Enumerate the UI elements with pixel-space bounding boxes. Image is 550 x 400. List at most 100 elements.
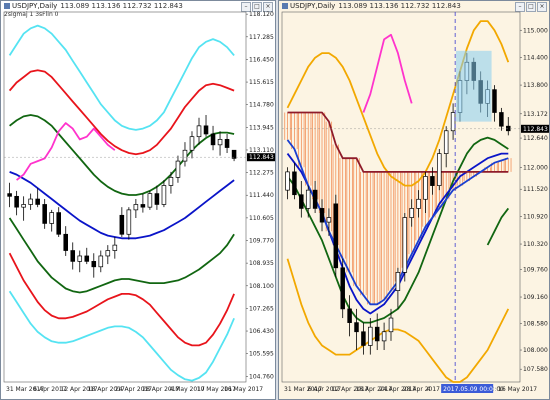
right-price-chart[interactable]: 115.000 114.400 113.800 113.172 112.640 112.0… — [279, 1, 550, 400]
right-candle-body — [340, 267, 345, 310]
left-candle-body — [224, 139, 230, 148]
right-candle-body — [437, 153, 442, 186]
left-chart-window[interactable]: USDJPY,Daily 113.089 113.136 112.732 112.… — [0, 0, 276, 400]
left-y-tick-label: 113.110 — [249, 147, 274, 154]
right-candle-body — [326, 217, 332, 223]
right-y-tick-label: 115.000 — [523, 27, 548, 34]
right-chart-window[interactable]: USDJPY,Daily 113.089 113.136 112.732 112.… — [278, 0, 550, 400]
right-y-tick-label: 108.580 — [523, 321, 548, 328]
right-band-line-1 — [362, 33, 413, 113]
left-candle-body — [49, 212, 54, 224]
left-y-tick-label: 105.595 — [249, 351, 274, 358]
left-candle-body — [210, 133, 216, 146]
right-candle-body — [374, 326, 380, 342]
right-candle-body — [450, 112, 456, 132]
right-candle-body — [354, 322, 359, 333]
right-candle-body — [381, 331, 387, 342]
left-candle-body — [42, 204, 47, 224]
right-x-tick-label: 16 May 2017 — [498, 386, 537, 393]
left-candle-body — [175, 160, 181, 178]
right-y-tick-label: 107.580 — [523, 366, 548, 373]
left-y-tick-label: 109.770 — [249, 238, 274, 245]
right-y-tick-label: 111.520 — [523, 186, 548, 193]
left-candle-body — [84, 255, 90, 262]
left-y-tick-label: 108.100 — [249, 283, 274, 290]
right-x-tick-label: 28 Apr 2017 — [403, 386, 440, 393]
left-candle-body — [7, 193, 12, 197]
left-candle-body — [161, 185, 167, 205]
right-y-tick-label: 112.000 — [523, 164, 548, 171]
left-candle-body — [21, 204, 26, 208]
left-candle-body — [77, 255, 83, 262]
right-highlight-box — [455, 50, 492, 122]
left-y-tick-label: 115.615 — [249, 79, 274, 86]
left-candle-body — [14, 195, 19, 208]
right-y-tick-label: 114.400 — [523, 55, 548, 62]
left-candle-body — [203, 125, 209, 135]
left-candle-body — [140, 204, 146, 208]
left-candle-body — [63, 233, 69, 251]
right-candle-body — [402, 217, 408, 273]
left-band-line-6 — [8, 290, 235, 382]
right-candle-body — [361, 331, 366, 346]
right-candle-body — [416, 198, 421, 209]
right-candle-body — [285, 171, 290, 191]
left-candle-body — [133, 204, 139, 211]
left-candle-body — [189, 136, 195, 151]
right-candle-body — [368, 326, 373, 346]
right-candle-body — [409, 208, 414, 218]
right-y-tick-label: 110.920 — [523, 214, 548, 221]
right-candle-body — [492, 89, 497, 113]
right-cursor-time-text: 2017.05.09 00:00 — [443, 386, 497, 393]
left-candle-body — [196, 125, 202, 138]
left-candle-body — [112, 244, 118, 251]
right-candle-body — [443, 130, 449, 154]
left-candle-body — [28, 198, 33, 205]
right-candle-body — [430, 176, 435, 186]
left-price-chart[interactable]: 118.120 117.285 116.450 115.615 114.780 113.9… — [1, 1, 276, 400]
left-price-badge-text: 112.843 — [249, 154, 274, 161]
left-y-tick-label: 108.935 — [249, 260, 274, 267]
left-y-tick-label: 104.760 — [249, 373, 274, 380]
right-candle-body — [499, 112, 504, 127]
right-y-tick-label: 113.172 — [523, 111, 548, 118]
left-candle-body — [98, 255, 104, 268]
left-candle-body — [119, 214, 125, 235]
left-candle-body — [217, 139, 223, 146]
left-candle-body — [91, 261, 97, 268]
left-x-tick-label: 16 May 2017 — [224, 386, 263, 393]
right-candle-body — [388, 317, 394, 333]
right-y-tick-label: 108.000 — [523, 347, 548, 354]
right-candle-body — [292, 171, 297, 196]
left-y-tick-label: 118.120 — [249, 11, 274, 18]
left-candle-body — [56, 212, 61, 235]
left-candle-body — [126, 209, 132, 235]
right-candle-body — [319, 208, 325, 223]
left-y-tick-label: 107.265 — [249, 305, 274, 312]
right-candle-body — [333, 203, 339, 269]
left-y-tick-label: 111.440 — [249, 192, 274, 199]
right-x-tick-label: 4 — [427, 386, 431, 393]
right-y-tick-label: 110.320 — [523, 241, 548, 248]
left-band-line-0 — [8, 24, 235, 131]
left-candle-body — [35, 198, 40, 205]
left-y-tick-label: 110.605 — [249, 215, 274, 222]
right-price-badge-text: 112.843 — [523, 126, 548, 133]
right-candle-body — [347, 308, 352, 323]
right-candle-body — [299, 194, 304, 209]
left-y-tick-label: 116.450 — [249, 56, 274, 63]
right-candle-body — [305, 189, 311, 209]
left-candle-body — [105, 250, 111, 257]
right-y-tick-label: 112.640 — [523, 135, 548, 142]
left-band-line-7 — [16, 122, 116, 181]
right-candle-body — [423, 176, 428, 200]
left-candle-body — [168, 176, 174, 186]
left-candle-body — [147, 193, 153, 208]
left-y-tick-label: 112.275 — [249, 170, 274, 177]
left-y-tick-label: 113.945 — [249, 124, 274, 131]
right-y-tick-label: 113.800 — [523, 82, 548, 89]
right-y-tick-label: 109.160 — [523, 294, 548, 301]
right-candle-body — [506, 125, 511, 132]
left-candle-body — [154, 193, 160, 205]
left-y-tick-label: 106.430 — [249, 328, 274, 335]
